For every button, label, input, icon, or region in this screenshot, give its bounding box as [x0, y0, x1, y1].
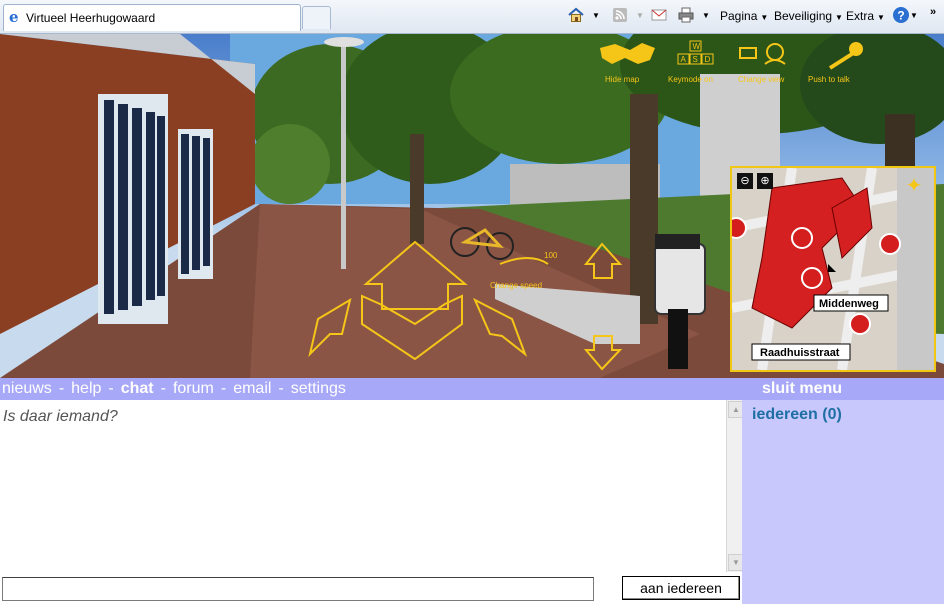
chat-message: Is daar iemand? — [3, 408, 118, 425]
nav-separator: - — [108, 380, 114, 397]
help-icon[interactable]: ? — [892, 6, 910, 24]
chevron-more-icon[interactable]: » — [930, 3, 936, 21]
new-tab-button[interactable] — [302, 6, 331, 29]
page-menu[interactable]: Pagina ▼ — [720, 7, 768, 25]
key-s-label: S — [693, 55, 698, 64]
nav-item-forum[interactable]: forum — [173, 380, 214, 398]
svg-text:?: ? — [897, 9, 904, 23]
nav-item-chat[interactable]: chat — [121, 380, 154, 398]
push-to-talk-label[interactable]: Push to talk — [808, 75, 851, 84]
key-w-label: W — [693, 42, 701, 51]
zoom-in-icon[interactable]: ⊕ — [757, 173, 773, 189]
street-label-raadhuisstraat: Raadhuisstraat — [760, 347, 840, 359]
feeds-dropdown-icon[interactable]: ▼ — [636, 7, 644, 25]
home-icon[interactable] — [567, 6, 585, 24]
change-speed-label: Change speed — [490, 281, 542, 290]
chat-scrollbar[interactable]: ▲ ▼ — [726, 400, 744, 572]
compass-icon[interactable]: ✦ — [904, 176, 924, 196]
main-nav: nieuws - help - chat - forum - email - settings — [2, 380, 346, 398]
recipient-everyone[interactable]: iedereen (0) — [752, 406, 842, 424]
nav-item-settings[interactable]: settings — [291, 380, 346, 398]
feeds-icon[interactable] — [611, 6, 629, 24]
home-dropdown-icon[interactable]: ▼ — [592, 7, 600, 25]
ie-logo-icon: e — [9, 8, 19, 26]
send-to-everyone-button[interactable]: aan iedereen — [622, 576, 740, 600]
minimap-render: Middenweg Raadhuisstraat — [732, 168, 934, 370]
nav-separator: - — [220, 380, 227, 397]
street-label-middenweg: Middenweg — [819, 298, 879, 310]
nav-separator: - — [278, 380, 284, 397]
nav-item-help[interactable]: help — [71, 380, 101, 398]
tools-menu-label: Extra — [846, 9, 875, 23]
page-menu-label: Pagina — [720, 9, 758, 23]
virtual-world-view[interactable]: Change speed 100 Hide map W A S D Keymod… — [0, 34, 944, 378]
security-menu-label: Beveiliging — [774, 9, 833, 23]
chat-log: Is daar iemand? — [0, 400, 726, 572]
close-menu-link[interactable]: sluit menu — [762, 380, 842, 398]
browser-toolbar: e Virtueel Heerhugowaard ▼ ▼ ▼ Pagina ▼ B… — [0, 0, 944, 34]
minimap[interactable]: Middenweg Raadhuisstraat ⊖ ⊕ ✦ — [730, 166, 936, 372]
help-dropdown-icon[interactable]: ▼ — [910, 7, 918, 25]
key-a-label: A — [681, 55, 687, 64]
nav-item-nieuws[interactable]: nieuws — [2, 380, 52, 398]
print-dropdown-icon[interactable]: ▼ — [702, 7, 710, 25]
hide-map-label[interactable]: Hide map — [605, 75, 640, 84]
nav-item-email[interactable]: email — [233, 380, 271, 398]
print-icon[interactable] — [677, 6, 695, 24]
menu-bar: nieuws - help - chat - forum - email - settings sl… — [0, 378, 944, 400]
key-d-label: D — [705, 55, 711, 64]
recipient-panel: iedereen (0) — [742, 400, 944, 604]
security-menu[interactable]: Beveiliging ▼ — [774, 7, 843, 25]
mail-icon[interactable] — [650, 6, 668, 24]
change-view-label[interactable]: Change view — [738, 75, 784, 84]
tab-title: Virtueel Heerhugowaard — [26, 11, 156, 25]
browser-tab[interactable]: e Virtueel Heerhugowaard — [3, 4, 301, 31]
nav-separator: - — [160, 380, 166, 397]
keymode-label[interactable]: Keymode on — [668, 75, 713, 84]
speed-value: 100 — [544, 251, 558, 260]
chat-input[interactable] — [2, 577, 594, 601]
zoom-out-icon[interactable]: ⊖ — [737, 173, 753, 189]
tools-menu[interactable]: Extra ▼ — [846, 7, 885, 25]
nav-separator: - — [58, 380, 65, 397]
